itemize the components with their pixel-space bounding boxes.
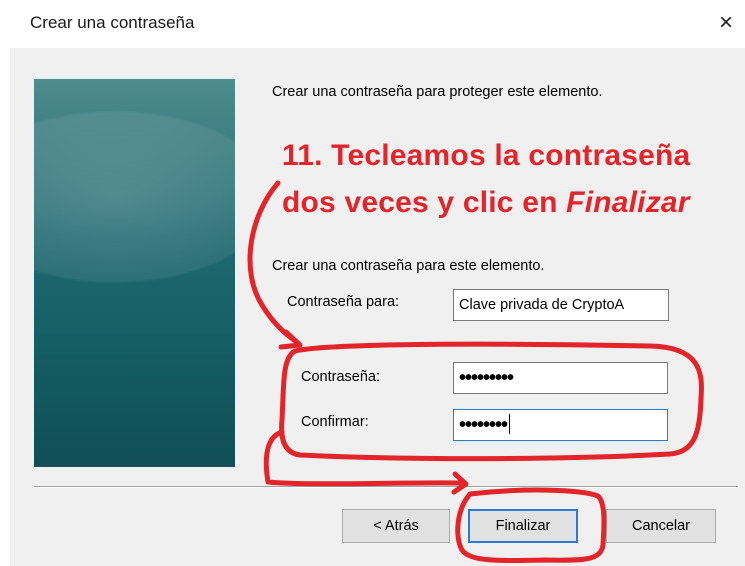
annotation-line-2: dos veces y clic en Finalizar — [282, 179, 690, 226]
password-value: ••••••••• — [459, 367, 514, 389]
password-for-value: Clave privada de CryptoA — [459, 297, 625, 313]
password-for-label: Contraseña para: — [287, 294, 400, 310]
close-icon[interactable]: × — [713, 10, 739, 36]
password-label: Contraseña: — [301, 369, 380, 385]
text-caret — [509, 414, 511, 434]
annotation-line-1: 11. Tecleamos la contraseña — [282, 139, 691, 172]
section-label: Crear una contraseña para este elemento. — [272, 258, 545, 274]
confirm-label: Confirmar: — [301, 414, 369, 430]
cancel-button[interactable]: Cancelar — [606, 509, 716, 543]
annotation-emphasis: Finalizar — [566, 186, 690, 219]
button-divider — [34, 486, 738, 488]
annotation-line-2-text: dos veces y clic en — [282, 186, 567, 219]
title-bar: Crear una contraseña × — [0, 0, 745, 48]
window-title: Crear una contraseña — [30, 13, 195, 32]
wizard-banner-image — [34, 79, 235, 467]
password-for-field[interactable]: Clave privada de CryptoA — [453, 289, 669, 321]
confirm-value: •••••••• — [459, 414, 508, 436]
password-field[interactable]: ••••••••• — [453, 362, 668, 394]
intro-text: Crear una contraseña para proteger este … — [272, 84, 603, 100]
tutorial-annotation: 11. Tecleamos la contraseña dos veces y … — [282, 132, 690, 226]
finish-button[interactable]: Finalizar — [468, 509, 578, 543]
back-button[interactable]: < Atrás — [342, 509, 450, 543]
confirm-password-field[interactable]: •••••••• — [453, 409, 668, 441]
